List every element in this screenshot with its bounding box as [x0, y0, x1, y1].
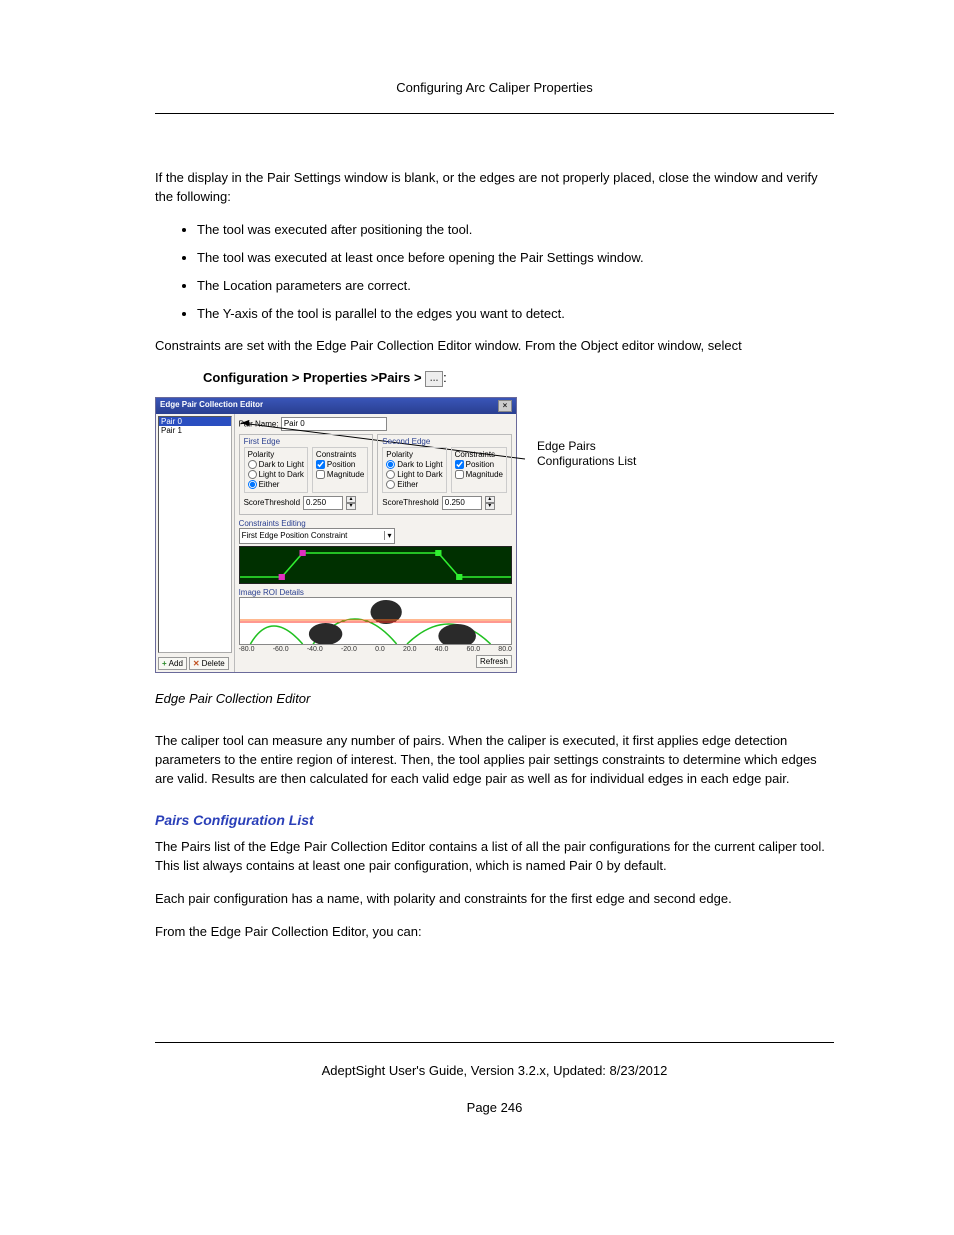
constraints-editing-label: Constraints Editing [239, 519, 512, 528]
first-edge-title: First Edge [244, 437, 369, 446]
radio-either[interactable] [248, 480, 257, 489]
editor-main: Pair Name: First Edge Polarity Dark [235, 414, 516, 672]
refresh-button[interactable]: Refresh [476, 655, 512, 668]
verify-list: The tool was executed after positioning … [155, 221, 834, 324]
pairname-input[interactable] [281, 417, 387, 431]
spinner[interactable]: ▴▾ [485, 496, 495, 510]
pairs-list-item-selected[interactable]: Pair 0 [159, 417, 231, 426]
radio-light-to-dark[interactable] [248, 470, 257, 479]
paragraph-caliper-desc: The caliper tool can measure any number … [155, 732, 834, 789]
plus-icon: + [162, 659, 167, 668]
constraints-label: Constraints [316, 450, 364, 459]
checkbox-position[interactable] [316, 460, 325, 469]
list-item: The Location parameters are correct. [197, 277, 834, 295]
radio-dark-to-light[interactable] [386, 460, 395, 469]
radio-light-to-dark[interactable] [386, 470, 395, 479]
first-edge-constraints-group: Constraints Position Magnitude [312, 447, 368, 493]
subheading-pairs-config: Pairs Configuration List [155, 812, 834, 828]
polarity-label: Polarity [386, 450, 442, 459]
editor-titlebar: Edge Pair Collection Editor × [156, 398, 516, 414]
breadcrumb-text: Configuration > Properties >Pairs > [203, 370, 425, 385]
page-header-title: Configuring Arc Caliper Properties [155, 80, 834, 95]
close-icon[interactable]: × [498, 400, 512, 412]
axis-ticks: -80.0 -60.0 -40.0 -20.0 0.0 20.0 40.0 60… [239, 646, 512, 653]
first-edge-polarity-group: Polarity Dark to Light Light to Dark Eit… [244, 447, 308, 493]
add-button[interactable]: +Add [158, 657, 187, 670]
paragraph-pair-config: Each pair configuration has a name, with… [155, 890, 834, 909]
footer-page: Page 246 [155, 1100, 834, 1115]
score-threshold-input[interactable] [442, 496, 482, 510]
editor-window: Edge Pair Collection Editor × Pair 0 Pai… [155, 397, 517, 673]
roi-image [239, 597, 512, 645]
breadcrumb-suffix: : [443, 370, 447, 385]
roi-details-label: Image ROI Details [239, 588, 512, 597]
list-item: The tool was executed at least once befo… [197, 249, 834, 267]
score-threshold-input[interactable] [303, 496, 343, 510]
pairs-list-panel: Pair 0 Pair 1 +Add ✕Delete [156, 414, 235, 672]
list-item: The Y-axis of the tool is parallel to th… [197, 305, 834, 323]
delete-icon: ✕ [193, 659, 200, 668]
callout-label: Edge Pairs Configurations List [537, 439, 647, 470]
select-value: First Edge Position Constraint [242, 531, 348, 540]
ellipsis-button-icon: … [425, 371, 443, 387]
checkbox-magnitude[interactable] [455, 470, 464, 479]
paragraph-constraints: Constraints are set with the Edge Pair C… [155, 337, 834, 356]
figure: Edge Pair Collection Editor × Pair 0 Pai… [155, 397, 834, 673]
radio-either[interactable] [386, 480, 395, 489]
paragraph-from-editor: From the Edge Pair Collection Editor, yo… [155, 923, 834, 942]
footer-guide: AdeptSight User's Guide, Version 3.2.x, … [155, 1063, 834, 1078]
chevron-down-icon: ▾ [384, 531, 392, 540]
constraint-graph [239, 546, 512, 584]
polarity-label: Polarity [248, 450, 304, 459]
footer-rule [155, 1042, 834, 1043]
figure-caption: Edge Pair Collection Editor [155, 691, 834, 706]
pairs-list[interactable]: Pair 0 Pair 1 [158, 416, 232, 653]
constraints-label: Constraints [455, 450, 503, 459]
delete-button[interactable]: ✕Delete [189, 657, 229, 670]
editor-title: Edge Pair Collection Editor [160, 400, 263, 412]
score-threshold-label: ScoreThreshold [382, 498, 438, 507]
list-item: The tool was executed after positioning … [197, 221, 834, 239]
second-edge-polarity-group: Polarity Dark to Light Light to Dark Eit… [382, 447, 446, 493]
first-edge-group: First Edge Polarity Dark to Light Light … [239, 434, 374, 515]
paragraph-intro: If the display in the Pair Settings wind… [155, 169, 834, 207]
constraints-editing-select[interactable]: First Edge Position Constraint ▾ [239, 528, 395, 544]
header-rule [155, 113, 834, 114]
checkbox-magnitude[interactable] [316, 470, 325, 479]
paragraph-pairs-list: The Pairs list of the Edge Pair Collecti… [155, 838, 834, 876]
breadcrumb-path: Configuration > Properties >Pairs > …: [203, 370, 834, 387]
spinner[interactable]: ▴▾ [346, 496, 356, 510]
pairname-label: Pair Name: [239, 419, 279, 428]
checkbox-position[interactable] [455, 460, 464, 469]
second-edge-title: Second Edge [382, 437, 507, 446]
score-threshold-label: ScoreThreshold [244, 498, 300, 507]
pairname-row: Pair Name: [239, 417, 512, 431]
pairs-list-item[interactable]: Pair 1 [159, 426, 231, 435]
second-edge-group: Second Edge Polarity Dark to Light Light… [377, 434, 512, 515]
second-edge-constraints-group: Constraints Position Magnitude [451, 447, 507, 493]
radio-dark-to-light[interactable] [248, 460, 257, 469]
